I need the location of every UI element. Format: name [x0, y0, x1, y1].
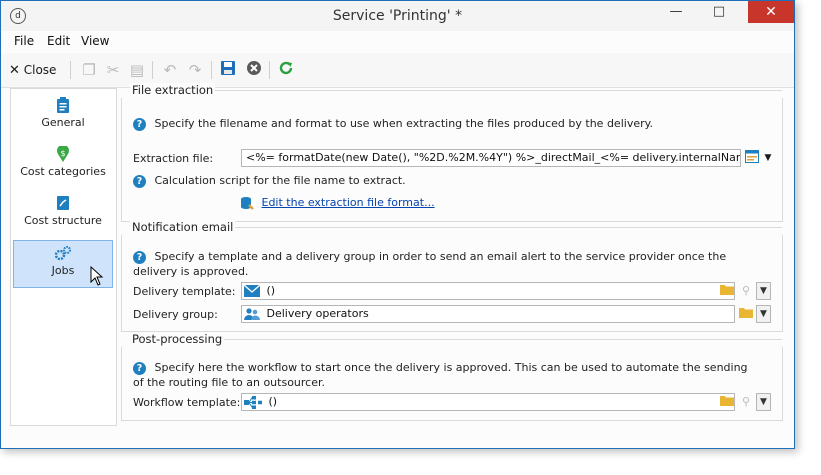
folder-icon[interactable]	[719, 394, 735, 410]
sidebar-item-label: General	[41, 116, 85, 129]
folder-icon[interactable]	[719, 283, 735, 299]
template-label: Delivery template:	[133, 285, 236, 298]
minimize-button[interactable]: —	[661, 1, 691, 23]
window-close-button[interactable]: ✕	[748, 1, 794, 23]
sidebar-item-label: Cost structure	[24, 214, 102, 227]
question-icon: ?	[133, 174, 146, 188]
database-icon	[240, 196, 258, 210]
paste-icon[interactable]: ▤	[127, 60, 147, 80]
toolbar: ✕ Close ❐ ✂ ▤ ↶ ↷	[1, 53, 794, 88]
delivery-template-value: ()	[266, 284, 276, 297]
expression-editor-icon[interactable]	[744, 150, 760, 166]
money-pin-icon: $	[13, 144, 113, 164]
edit-format-row: Edit the extraction file format...	[240, 195, 435, 210]
chevron-down-icon[interactable]: ▼	[756, 393, 771, 411]
jobs-panel: File extraction ? Specify the filename a…	[121, 83, 787, 424]
help-text: Specify the filename and format to use w…	[154, 117, 654, 130]
help-text: Specify here the workflow to start once …	[133, 361, 748, 389]
sidebar-item-cost-categories[interactable]: $ Cost categories	[13, 142, 113, 190]
sidebar: General $ Cost categories Cost structure…	[10, 88, 117, 426]
toolbar-separator	[70, 61, 71, 79]
cut-icon[interactable]: ✂	[103, 60, 123, 80]
structure-icon	[13, 195, 113, 213]
workflow-template-value: ()	[268, 395, 278, 408]
post-processing-section: Post-processing ? Specify here the workf…	[121, 332, 783, 421]
section-title: Post-processing	[130, 332, 225, 346]
service-window: d Service 'Printing' * — □ ✕ File Edit V…	[0, 0, 795, 449]
question-icon: ?	[133, 117, 146, 131]
sidebar-item-cost-structure[interactable]: Cost structure	[13, 191, 113, 239]
refresh-icon[interactable]	[276, 60, 296, 80]
field-label: Extraction file:	[133, 152, 214, 165]
copy-icon[interactable]: ❐	[79, 60, 99, 80]
notification-email-section: Notification email ? Specify a template …	[121, 220, 783, 332]
section-rule	[206, 90, 782, 91]
question-icon: ?	[133, 250, 146, 264]
section-rule	[230, 227, 782, 228]
svg-text:$: $	[60, 149, 65, 158]
magnifier-icon[interactable]: ⚲	[738, 283, 754, 299]
toolbar-separator	[211, 61, 212, 79]
section-title: File extraction	[130, 83, 216, 97]
help-row: ? Specify a template and a delivery grou…	[133, 249, 753, 279]
edit-extraction-format-link[interactable]: Edit the extraction file format...	[262, 196, 435, 209]
section-title: Notification email	[130, 220, 236, 234]
workflow-label: Workflow template:	[133, 396, 241, 409]
magnifier-icon[interactable]: ⚲	[738, 394, 754, 410]
chevron-down-icon[interactable]: ▼	[760, 150, 776, 166]
section-header: File extraction	[122, 83, 782, 97]
extraction-file-input[interactable]: <%= formatDate(new Date(), "%2D.%2M.%4Y"…	[241, 149, 741, 167]
group-label: Delivery group:	[133, 308, 218, 321]
sidebar-item-general[interactable]: General	[13, 93, 113, 141]
workflow-icon	[244, 395, 266, 409]
menu-view[interactable]: View	[81, 34, 109, 48]
workflow-template-input[interactable]: ()	[241, 393, 735, 411]
group-users-icon	[244, 307, 264, 320]
gears-icon	[14, 245, 112, 263]
menu-edit[interactable]: Edit	[47, 34, 70, 48]
file-extraction-section: File extraction ? Specify the filename a…	[121, 83, 783, 222]
help-row: ? Specify the filename and format to use…	[133, 116, 653, 131]
help-row: ? Specify here the workflow to start onc…	[133, 360, 753, 390]
delivery-group-input[interactable]: Delivery operators	[241, 305, 735, 323]
delivery-template-input[interactable]: ()	[241, 282, 735, 300]
toolbar-separator	[152, 61, 153, 79]
cancel-icon[interactable]	[244, 60, 264, 80]
question-icon: ?	[133, 361, 146, 375]
chevron-down-icon[interactable]: ▼	[756, 282, 771, 300]
section-header: Post-processing	[122, 332, 782, 346]
menu-file[interactable]: File	[14, 34, 34, 48]
envelope-icon	[243, 284, 264, 297]
calc-help-row: ? Calculation script for the file name t…	[133, 173, 406, 188]
close-x-icon: ✕	[9, 63, 20, 78]
title-bar: d Service 'Printing' * — □ ✕	[1, 1, 794, 31]
undo-icon[interactable]: ↶	[160, 60, 180, 80]
redo-icon[interactable]: ↷	[185, 60, 205, 80]
save-icon[interactable]	[218, 60, 238, 80]
chevron-down-icon[interactable]: ▼	[756, 305, 771, 323]
section-header: Notification email	[122, 220, 782, 234]
sidebar-item-label: Cost categories	[20, 165, 106, 178]
menu-bar: File Edit View	[1, 31, 794, 52]
section-rule	[220, 339, 782, 340]
folder-icon[interactable]	[738, 306, 754, 322]
mouse-cursor-icon	[90, 265, 104, 289]
help-text: Specify a template and a delivery group …	[133, 250, 727, 278]
maximize-button[interactable]: □	[704, 1, 734, 23]
calc-help-text: Calculation script for the file name to …	[154, 174, 406, 187]
close-toolbar-button[interactable]: ✕ Close	[9, 60, 65, 80]
toolbar-separator	[269, 61, 270, 79]
delivery-group-value: Delivery operators	[266, 307, 369, 320]
clipboard-icon	[13, 97, 113, 115]
close-label: Close	[23, 63, 57, 77]
